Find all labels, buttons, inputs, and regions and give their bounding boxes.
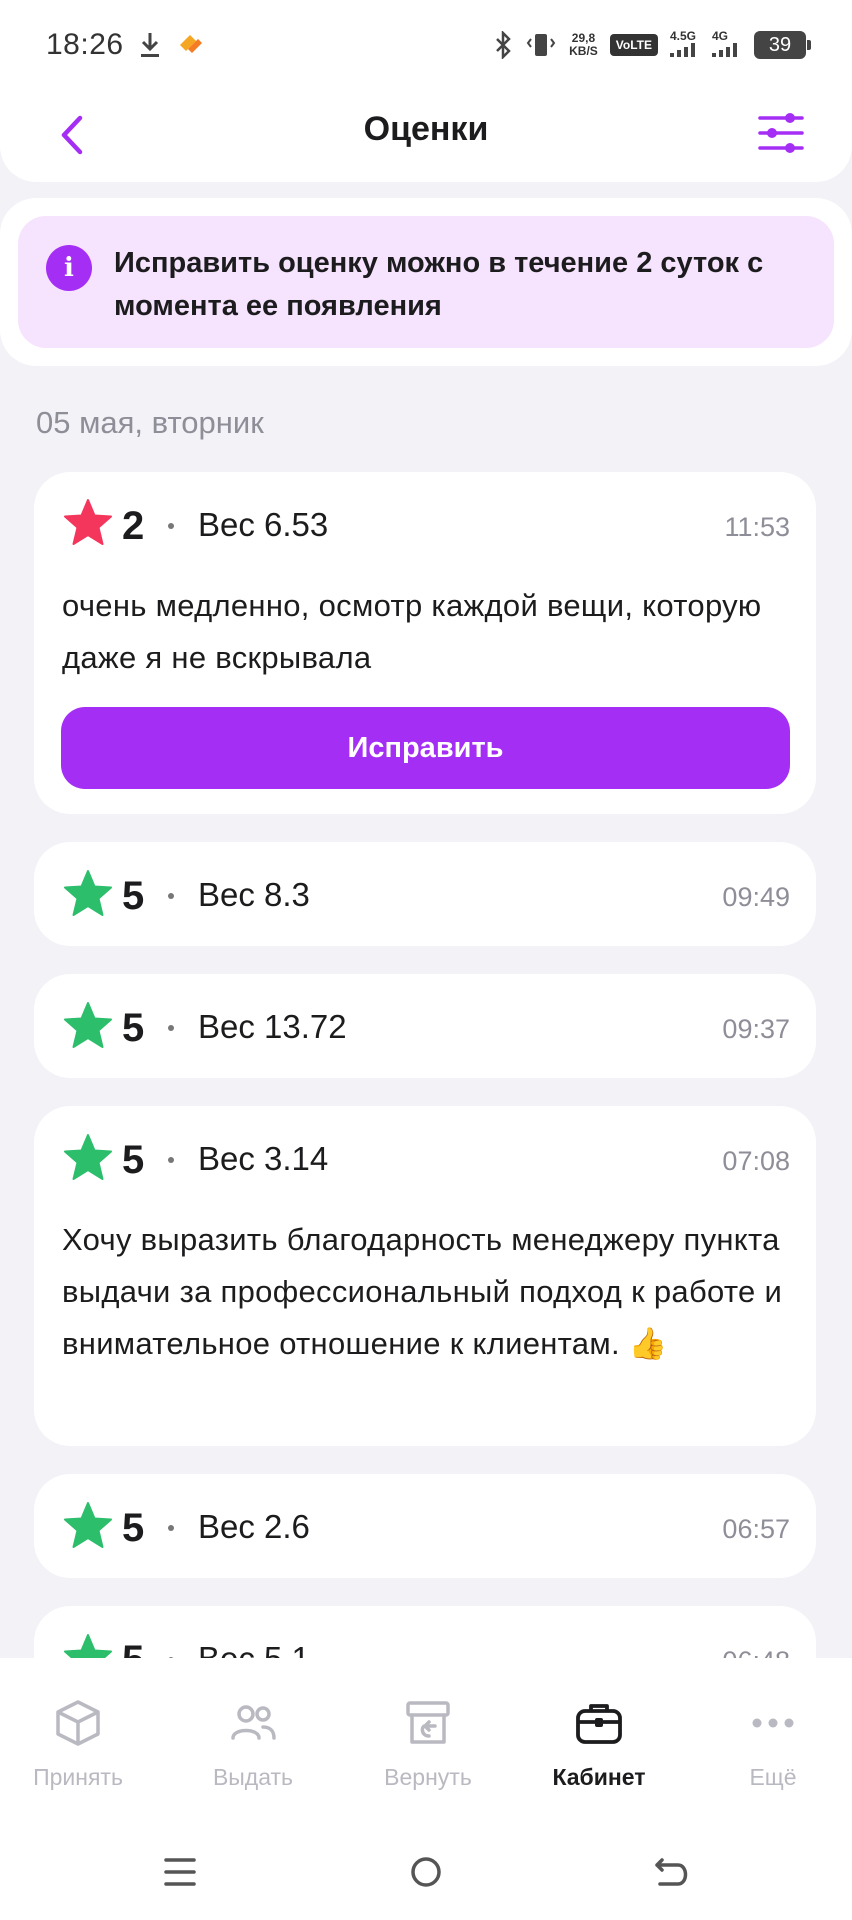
rating-score: 5 <box>122 1138 145 1182</box>
star-icon <box>64 1134 112 1180</box>
rating-weight: Вес 6.53 <box>198 506 329 543</box>
download-icon <box>140 33 159 57</box>
rating-weight: Вес 13.72 <box>198 1008 347 1045</box>
return-box-icon <box>406 1701 450 1744</box>
volte-badge: VoLTE <box>609 34 658 56</box>
app-header: Оценки <box>0 90 852 182</box>
separator-dot <box>168 1525 174 1531</box>
rating-score: 5 <box>122 1506 145 1550</box>
tab-label: Вернуть <box>384 1764 472 1790</box>
vibrate-icon <box>526 34 556 56</box>
tab-accept[interactable]: Принять <box>0 1698 163 1808</box>
separator-dot <box>168 1157 174 1163</box>
tab-issue[interactable]: Выдать <box>168 1698 338 1808</box>
rating-score: 5 <box>122 1006 145 1050</box>
rating-weight: Вес 2.6 <box>198 1508 310 1545</box>
tab-more[interactable]: Ещё <box>688 1698 852 1808</box>
star-icon <box>64 499 112 545</box>
status-bar: 18:26 29,8 KB/S VoLTE 4.5G 4G 39 <box>0 0 852 90</box>
system-nav-bar <box>0 1830 852 1920</box>
rating-score: 5 <box>122 874 145 918</box>
tab-label: Принять <box>33 1764 123 1790</box>
rating-card[interactable]: 2 Вес 6.53 11:53 очень медленно, осмотр … <box>34 472 816 814</box>
info-banner-text: Исправить оценку можно в течение 2 суток… <box>114 247 764 322</box>
star-icon <box>64 1502 112 1548</box>
rating-time: 06:57 <box>722 1514 790 1544</box>
signal-bars-icon <box>712 43 737 57</box>
bluetooth-icon <box>496 31 511 59</box>
rating-card[interactable]: 5 Вес 13.72 09:37 <box>34 974 816 1078</box>
rating-time: 07:08 <box>722 1146 790 1176</box>
page-title: Оценки <box>363 110 489 148</box>
info-banner-container: i Исправить оценку можно в течение 2 сут… <box>0 198 852 366</box>
star-icon <box>64 870 112 916</box>
briefcase-icon <box>576 1704 622 1744</box>
battery-indicator: 39 <box>754 31 811 59</box>
separator-dot <box>168 523 174 529</box>
rating-time: 09:37 <box>722 1014 790 1044</box>
tab-cabinet[interactable]: Кабинет <box>514 1698 684 1808</box>
signal-bars-icon <box>670 43 695 57</box>
rating-card[interactable]: 5 Вес 8.3 09:49 <box>34 842 816 946</box>
star-icon <box>64 1002 112 1048</box>
status-time: 18:26 <box>46 28 124 61</box>
rating-comment: очень медленно, осмотр каждой вещи, кото… <box>62 588 762 675</box>
separator-dot <box>168 893 174 899</box>
filter-settings-icon[interactable] <box>756 108 806 158</box>
rating-comment: Хочу выразить благодарность менеджеру пу… <box>62 1222 783 1361</box>
app-notification-icon <box>179 35 202 53</box>
rating-weight: Вес 8.3 <box>198 876 310 913</box>
signal-1: 4.5G <box>670 30 700 60</box>
separator-dot <box>168 1025 174 1031</box>
menu-icon[interactable] <box>158 1850 202 1894</box>
tab-label: Ещё <box>749 1764 797 1790</box>
back-nav-icon[interactable] <box>650 1850 694 1894</box>
fix-rating-button[interactable]: Исправить <box>61 707 790 789</box>
rating-time: 09:49 <box>722 882 790 912</box>
rating-score: 2 <box>122 504 145 548</box>
info-icon: i <box>46 245 92 291</box>
users-icon <box>231 1705 276 1740</box>
tab-label: Кабинет <box>552 1764 646 1790</box>
rating-time: 11:53 <box>724 512 790 542</box>
tab-return[interactable]: Вернуть <box>343 1698 513 1808</box>
box-icon <box>56 1700 100 1746</box>
rating-card[interactable]: 5 Вес 3.14 07:08 Хочу выразить благодарн… <box>34 1106 816 1446</box>
tab-label: Выдать <box>212 1764 294 1790</box>
signal-2: 4G <box>712 30 742 60</box>
info-banner: i Исправить оценку можно в течение 2 сут… <box>18 216 834 348</box>
network-speed: 29,8 KB/S <box>569 31 598 58</box>
home-icon[interactable] <box>404 1850 448 1894</box>
bottom-tab-bar: Принять Выдать Вернуть Кабинет Ещё <box>0 1658 852 1920</box>
more-dots-icon <box>752 1718 794 1728</box>
date-group-label: 05 мая, вторник <box>36 405 264 440</box>
rating-weight: Вес 3.14 <box>198 1140 329 1177</box>
rating-card[interactable]: 5 Вес 2.6 06:57 <box>34 1474 816 1578</box>
